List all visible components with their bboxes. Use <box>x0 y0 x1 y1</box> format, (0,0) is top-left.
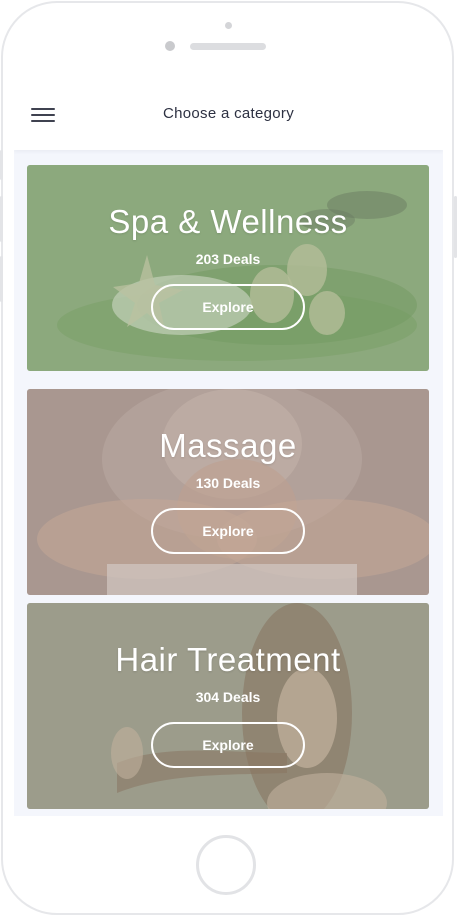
card-overlay <box>27 603 429 809</box>
explore-button[interactable]: Explore <box>151 722 305 768</box>
category-title: Massage <box>159 427 297 464</box>
category-card-spa-wellness[interactable]: Spa & Wellness 203 Deals Explore <box>27 165 429 371</box>
category-title: Spa & Wellness <box>108 203 348 240</box>
category-card-massage[interactable]: Massage 130 Deals Explore <box>27 389 429 595</box>
deal-count: 130 Deals <box>195 475 261 491</box>
page-title: Choose a category <box>162 105 294 122</box>
category-title: Hair Treatment <box>115 641 341 678</box>
explore-button[interactable]: Explore <box>151 508 305 554</box>
explore-button[interactable]: Explore <box>151 284 305 330</box>
phone-sensor-icon <box>225 22 232 29</box>
category-card-hair-treatment[interactable]: Hair Treatment 304 Deals Explore <box>27 603 429 809</box>
phone-volume-up-button <box>0 196 3 242</box>
card-overlay <box>27 165 429 371</box>
phone-camera-icon <box>165 41 175 51</box>
phone-volume-down-button <box>0 256 3 302</box>
deal-count: 203 Deals <box>195 251 261 267</box>
app-header: Choose a category <box>14 78 443 150</box>
phone-speaker <box>190 43 266 50</box>
deal-count: 304 Deals <box>195 689 261 705</box>
card-overlay <box>27 389 429 595</box>
phone-home-button[interactable] <box>196 835 256 895</box>
phone-power-button <box>454 196 457 258</box>
app-screen: Choose a category Spa & Wellness 203 Dea… <box>14 78 443 816</box>
phone-side-button <box>0 150 3 180</box>
